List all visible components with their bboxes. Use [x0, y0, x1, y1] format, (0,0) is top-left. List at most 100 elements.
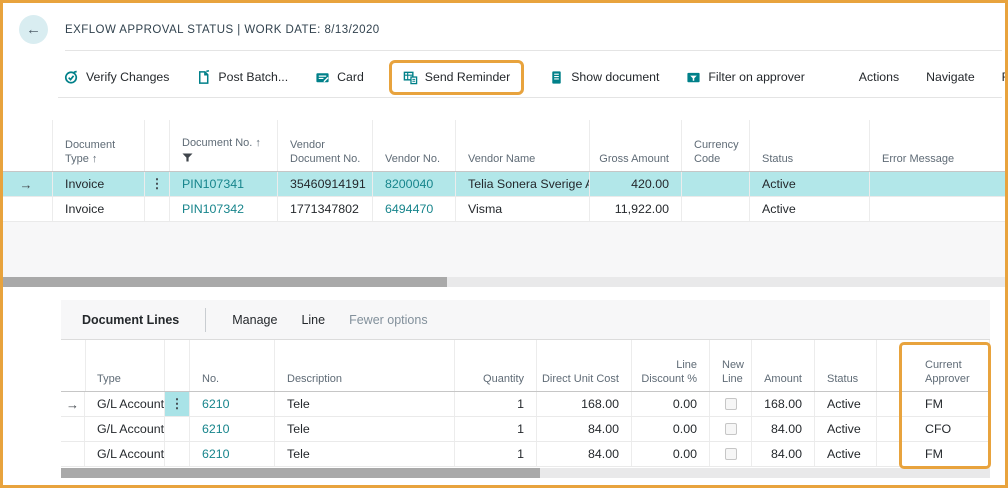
document-row-pin107342[interactable]: Invoice PIN107342 1771347802 6494470 Vis… [0, 197, 1008, 222]
row-context-menu-icon: ⋮ [150, 176, 164, 191]
document-lines-header: Type No. Description Quantity Direct Uni… [61, 340, 990, 392]
vendor-document-no-cell: 1771347802 [278, 197, 373, 221]
amount-cell: 84.00 [752, 417, 815, 441]
document-line-row-1[interactable]: → G/L Account ⋮ 6210 Tele 1 168.00 0.00 … [61, 392, 990, 417]
document-no-link[interactable]: PIN107342 [182, 202, 244, 216]
header-new-line[interactable]: New Line [710, 340, 752, 391]
current-approver-cell: CFO [877, 417, 990, 441]
new-line-checkbox[interactable] [724, 398, 737, 410]
header-status[interactable]: Status [750, 120, 870, 171]
new-line-cell [710, 417, 752, 441]
row-menu-cell[interactable] [165, 442, 190, 466]
document-line-row-3[interactable]: G/L Account 6210 Tele 1 84.00 0.00 84.00… [61, 442, 990, 467]
manage-menu[interactable]: Manage [232, 313, 277, 327]
verify-check-icon [64, 70, 79, 85]
quantity-cell: 1 [455, 417, 537, 441]
new-line-cell [710, 392, 752, 416]
scrollbar-thumb[interactable] [0, 277, 447, 287]
lines-fewer-options-menu[interactable]: Fewer options [349, 313, 428, 327]
header-document-type[interactable]: Document Type ↑ [53, 120, 145, 171]
header-line-discount[interactable]: Line Discount % [632, 340, 710, 391]
description-cell: Tele [275, 392, 455, 416]
document-row-pin107341[interactable]: → Invoice ⋮ PIN107341 35460914191 820004… [0, 172, 1008, 197]
vendor-name-cell: Telia Sonera Sverige AB [456, 172, 590, 196]
tab-divider [205, 307, 207, 332]
send-reminder-button[interactable]: Send Reminder [403, 70, 510, 85]
send-reminder-label: Send Reminder [424, 70, 511, 84]
document-lines-card: Document Lines Manage Line Fewer options… [61, 300, 990, 478]
currency-code-cell [682, 172, 750, 196]
back-arrow-icon: ← [26, 21, 41, 38]
filter-on-approver-label: Filter on approver [708, 70, 805, 84]
filter-approver-icon [686, 70, 701, 85]
type-cell: G/L Account [85, 392, 165, 416]
header-row-selector [0, 120, 53, 171]
row-menu-cell[interactable]: ⋮ [145, 172, 170, 196]
type-cell: G/L Account [85, 442, 165, 466]
back-button[interactable]: ← [19, 15, 48, 44]
document-lines-tab-strip: Document Lines Manage Line Fewer options [61, 300, 990, 340]
verify-changes-button[interactable]: Verify Changes [64, 70, 169, 85]
empty-table-area [0, 222, 1008, 277]
direct-unit-cost-cell: 168.00 [537, 392, 632, 416]
vendor-no-cell: 8200040 [373, 172, 456, 196]
error-message-cell [870, 197, 1008, 221]
show-document-label: Show document [571, 70, 660, 84]
header-no[interactable]: No. [190, 340, 275, 391]
gl-account-no-link[interactable]: 6210 [202, 397, 230, 411]
header-status[interactable]: Status [815, 340, 877, 391]
show-document-button[interactable]: Show document [549, 70, 659, 85]
vendor-no-link[interactable]: 8200040 [385, 177, 433, 191]
gl-account-no-link[interactable]: 6210 [202, 422, 230, 436]
document-line-row-2[interactable]: G/L Account 6210 Tele 1 84.00 0.00 84.00… [61, 417, 990, 442]
header-type[interactable]: Type [85, 340, 165, 391]
selected-row-arrow-icon: → [66, 396, 79, 412]
type-cell: G/L Account [85, 417, 165, 441]
header-error-message[interactable]: Error Message [870, 120, 1008, 171]
header-vendor-document-no[interactable]: Vendor Document No. [278, 120, 373, 171]
row-menu-cell[interactable] [145, 197, 170, 221]
new-line-checkbox[interactable] [724, 423, 737, 435]
header-gross-amount[interactable]: Gross Amount [590, 120, 682, 171]
row-menu-cell[interactable] [165, 417, 190, 441]
navigate-menu[interactable]: Navigate [926, 70, 975, 84]
row-selector [0, 197, 53, 221]
scrollbar-thumb[interactable] [61, 468, 540, 478]
show-document-icon [549, 70, 564, 85]
header-amount[interactable]: Amount [752, 340, 815, 391]
header-current-approver[interactable]: Current Approver [877, 340, 990, 391]
post-batch-label: Post Batch... [218, 70, 289, 84]
document-lines-horizontal-scrollbar[interactable] [61, 468, 990, 478]
document-no-link[interactable]: PIN107341 [182, 177, 244, 191]
filter-on-approver-button[interactable]: Filter on approver [686, 70, 805, 85]
documents-horizontal-scrollbar[interactable] [0, 277, 1008, 287]
header-description[interactable]: Description [275, 340, 455, 391]
status-cell: Active [815, 392, 877, 416]
tab-document-lines[interactable]: Document Lines [82, 313, 179, 327]
row-selector [61, 417, 85, 441]
header-currency-code[interactable]: Currency Code [682, 120, 750, 171]
vendor-no-link[interactable]: 6494470 [385, 202, 433, 216]
status-cell: Active [750, 172, 870, 196]
direct-unit-cost-cell: 84.00 [537, 417, 632, 441]
header-direct-unit-cost[interactable]: Direct Unit Cost [537, 340, 632, 391]
header-vendor-no[interactable]: Vendor No. [373, 120, 456, 171]
card-button[interactable]: Card [315, 70, 364, 85]
row-menu-cell[interactable]: ⋮ [165, 392, 190, 416]
line-discount-cell: 0.00 [632, 417, 710, 441]
fewer-options-menu[interactable]: Fewer options [1002, 70, 1008, 84]
post-batch-button[interactable]: Post Batch... [196, 69, 289, 85]
vendor-document-no-cell: 35460914191 [278, 172, 373, 196]
gl-account-no-link[interactable]: 6210 [202, 447, 230, 461]
header-document-no[interactable]: Document No. ↑ [170, 120, 278, 171]
document-no-cell: PIN107341 [170, 172, 278, 196]
header-quantity[interactable]: Quantity [455, 340, 537, 391]
actions-menu[interactable]: Actions [859, 70, 899, 84]
page-title: EXFLOW APPROVAL STATUS | WORK DATE: 8/13… [65, 24, 380, 36]
line-menu[interactable]: Line [301, 313, 325, 327]
new-line-checkbox[interactable] [724, 448, 737, 460]
document-no-cell: PIN107342 [170, 197, 278, 221]
header-divider [65, 50, 1002, 51]
line-discount-cell: 0.00 [632, 442, 710, 466]
header-vendor-name[interactable]: Vendor Name [456, 120, 590, 171]
